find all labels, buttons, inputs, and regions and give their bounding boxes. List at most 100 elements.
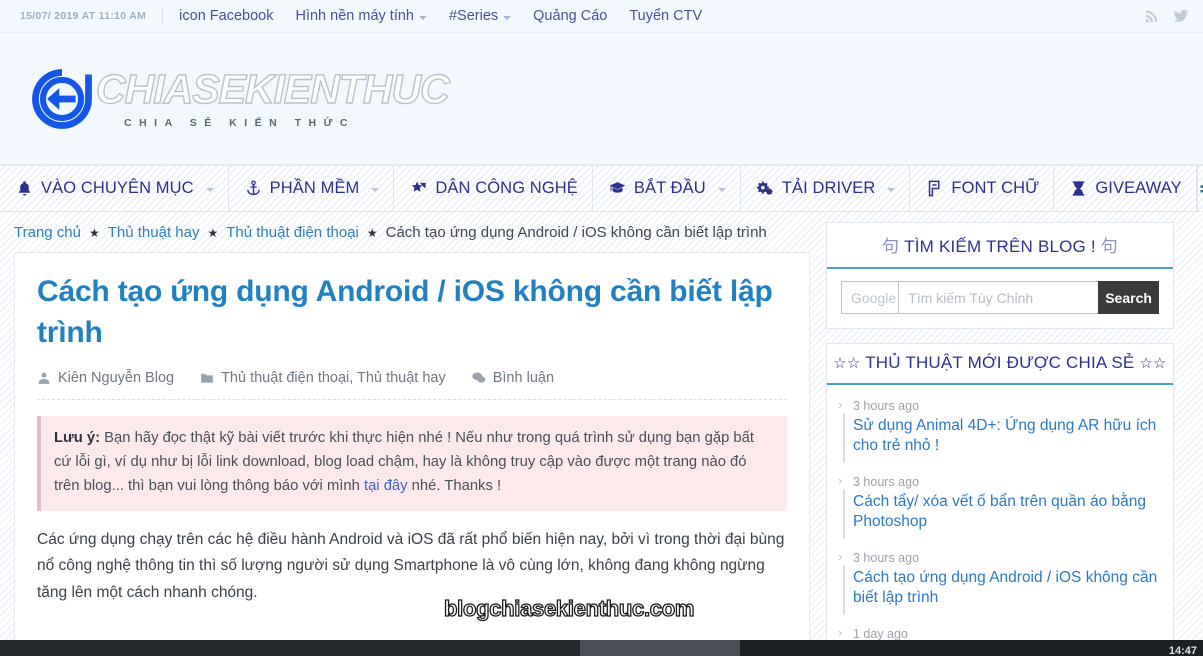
- topbar-link-label: Quảng Cáo: [533, 8, 608, 24]
- nav-item-label: VÀO CHUYÊN MỤC: [41, 179, 194, 197]
- video-progress-remaining[interactable]: [740, 640, 1203, 656]
- post-time: 1 day ago: [853, 626, 908, 641]
- top-bar: 15/07/ 2019 AT 11:10 AM icon Facebook Hì…: [0, 0, 1203, 33]
- folder-icon: [201, 373, 213, 383]
- search-widget: 句 TÌM KIẾM TRÊN BLOG ! 句 Google Search: [826, 222, 1174, 329]
- post-title[interactable]: Sử dụng Animal 4D+: Ứng dụng AR hữu ích …: [853, 416, 1159, 457]
- video-progress-bar[interactable]: 14:47: [0, 640, 1203, 656]
- page-root: 15/07/ 2019 AT 11:10 AM icon Facebook Hì…: [0, 0, 1203, 656]
- topbar-link-label: #Series: [448, 8, 499, 24]
- nav-item-dan-cong-nghe[interactable]: DÂN CÔNG NGHỆ: [394, 166, 593, 211]
- breadcrumb-separator-icon: ★: [88, 225, 100, 240]
- breadcrumb-separator-icon: ★: [366, 225, 378, 240]
- site-logo[interactable]: CHIASEKIENTHUC CHIA SẺ KIẾN THỨC: [28, 65, 450, 133]
- topbar-link-label: Tuyển CTV: [629, 8, 703, 24]
- meta-categories[interactable]: Thủ thuật điện thoại, Thủ thuật hay: [200, 370, 446, 386]
- video-progress-buffered[interactable]: [580, 640, 740, 656]
- nav-shuffle-button[interactable]: [1196, 166, 1203, 211]
- nav-item-phan-mem[interactable]: PHẦN MỀM: [229, 166, 395, 211]
- meta-comments[interactable]: Bình luận: [472, 370, 554, 386]
- recent-title-deco-left: ☆☆: [833, 355, 861, 372]
- nav-item-label: DÂN CÔNG NGHỆ: [435, 179, 578, 197]
- topbar-link-facebook[interactable]: icon Facebook: [179, 8, 273, 24]
- bullet-icon: ›: [838, 624, 843, 640]
- nav-item-giveaway[interactable]: GIVEAWAY: [1054, 166, 1197, 211]
- recent-posts-title: ☆☆ THỦ THUẬT MỚI ĐƯỢC CHIA SẺ ☆☆: [827, 344, 1173, 385]
- hourglass-icon: [1073, 181, 1085, 196]
- chevron-down-icon: [371, 188, 380, 192]
- page-title: Cách tạo ứng dụng Android / iOS không cầ…: [37, 275, 773, 350]
- chevron-down-icon: [418, 15, 427, 20]
- top-bar-social: [1144, 8, 1189, 24]
- post-title[interactable]: Cách tẩy/ xóa vết ố bẩn trên quần áo bằn…: [853, 492, 1159, 533]
- bullet-icon: ›: [838, 472, 843, 488]
- graduation-cap-icon: [609, 182, 626, 193]
- topbar-link-ads[interactable]: Quảng Cáo: [533, 8, 607, 24]
- google-logo: Google: [841, 281, 899, 314]
- notice-box: Lưu ý: Bạn hãy đọc thật kỹ bài viết trướ…: [37, 415, 787, 511]
- main-nav: VÀO CHUYÊN MỤC PHẦN MỀM DÂN CÔNG NGHỆ BẮ…: [0, 165, 1203, 212]
- list-item[interactable]: › 3 hours ago Sử dụng Animal 4D+: Ứng dụ…: [827, 391, 1173, 467]
- chevron-down-icon: [503, 15, 512, 20]
- topbar-link-recruit[interactable]: Tuyển CTV: [629, 8, 702, 24]
- breadcrumb: Trang chủ ★ Thủ thuật hay ★ Thủ thuật đi…: [0, 212, 826, 252]
- video-time-label: 14:47: [1168, 645, 1197, 656]
- notice-text-after: nhé. Thanks !: [407, 477, 502, 494]
- video-progress-played[interactable]: [0, 640, 580, 656]
- topbar-link-wallpapers[interactable]: Hình nền máy tính: [295, 8, 427, 24]
- nav-item-label: GIVEAWAY: [1095, 179, 1182, 197]
- meta-author-label: Kiên Nguyễn Blog: [58, 369, 175, 386]
- gears-icon: [756, 181, 773, 196]
- notice-link[interactable]: tại đây: [364, 478, 408, 494]
- anchor-icon: [246, 180, 260, 196]
- chevron-down-icon: [717, 188, 726, 192]
- article-paragraph: Các ứng dụng chạy trên các hệ điều hành …: [37, 530, 785, 601]
- chevron-down-icon: [205, 188, 214, 192]
- search-title-text: TÌM KIẾM TRÊN BLOG !: [904, 237, 1096, 256]
- topbar-link-label: Hình nền máy tính: [295, 8, 414, 24]
- content-area: Trang chủ ★ Thủ thuật hay ★ Thủ thuật đi…: [0, 212, 1203, 656]
- nav-item-vao-chuyen-muc[interactable]: VÀO CHUYÊN MỤC: [0, 166, 229, 211]
- logo-tagline: CHIA SẺ KIẾN THỨC: [124, 116, 355, 129]
- post-title[interactable]: Cách tạo ứng dụng Android / iOS không cầ…: [853, 568, 1159, 609]
- logo-wordmark: CHIASEKIENTHUC: [95, 65, 450, 112]
- recent-posts-list: › 3 hours ago Sử dụng Animal 4D+: Ứng dụ…: [827, 385, 1173, 656]
- breadcrumb-link-home[interactable]: Trang chủ: [14, 224, 81, 241]
- logo-mark-icon: [32, 68, 92, 129]
- topbar-link-label: icon Facebook: [179, 8, 274, 24]
- sidebar: 句 TÌM KIẾM TRÊN BLOG ! 句 Google Search ☆…: [826, 212, 1174, 656]
- top-bar-divider: [162, 8, 164, 24]
- article-card: Cách tạo ứng dụng Android / iOS không cầ…: [14, 252, 810, 652]
- post-time: 3 hours ago: [853, 399, 920, 413]
- list-item[interactable]: › 3 hours ago Cách tạo ứng dụng Android …: [827, 543, 1173, 619]
- video-watermark: blogchiasekienthuc.com: [443, 595, 695, 621]
- list-item[interactable]: › 3 hours ago Cách tẩy/ xóa vết ố bẩn tr…: [827, 467, 1173, 543]
- search-button[interactable]: Search: [1098, 281, 1159, 314]
- flag-icon: [929, 180, 940, 197]
- rss-icon[interactable]: [1144, 8, 1160, 24]
- nav-item-tai-driver[interactable]: TẢI DRIVER: [741, 166, 911, 211]
- breadcrumb-link-phone-tips[interactable]: Thủ thuật điện thoại: [226, 224, 359, 241]
- top-bar-nav: icon Facebook Hình nền máy tính #Series …: [179, 8, 702, 24]
- nav-item-bat-dau[interactable]: BẮT ĐẦU: [593, 166, 741, 211]
- breadcrumb-separator-icon: ★: [207, 225, 219, 240]
- twitter-icon[interactable]: [1173, 8, 1189, 24]
- comment-icon: [472, 372, 486, 383]
- article-meta: Kiên Nguyễn Blog Thủ thuật điện thoại, T…: [37, 370, 787, 400]
- search-title-deco-right: 句: [1100, 237, 1118, 256]
- recent-title-deco-right: ☆☆: [1139, 355, 1167, 372]
- nav-item-label: FONT CHỮ: [951, 179, 1040, 197]
- bullet-icon: ›: [838, 548, 843, 564]
- meta-author[interactable]: Kiên Nguyễn Blog: [37, 370, 174, 386]
- topbar-link-series[interactable]: #Series: [448, 8, 512, 24]
- search-form: Google Search: [827, 269, 1173, 328]
- main-column: Trang chủ ★ Thủ thuật hay ★ Thủ thuật đi…: [0, 212, 826, 656]
- breadcrumb-link-tips[interactable]: Thủ thuật hay: [108, 224, 200, 241]
- nav-item-font-chu[interactable]: FONT CHỮ: [910, 166, 1055, 211]
- search-input[interactable]: [898, 281, 1099, 314]
- user-icon: [38, 372, 50, 384]
- nav-item-label: BẮT ĐẦU: [633, 179, 706, 197]
- chevron-down-icon: [887, 188, 896, 192]
- search-widget-title: 句 TÌM KIẾM TRÊN BLOG ! 句: [827, 223, 1173, 269]
- logo-text: CHIASEKIENTHUC CHIA SẺ KIẾN THỨC: [95, 65, 450, 129]
